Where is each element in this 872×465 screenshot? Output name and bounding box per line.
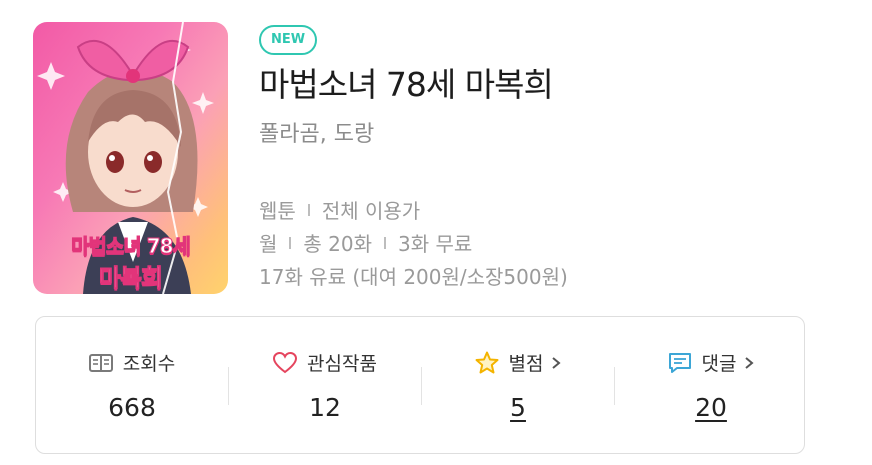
stat-comments[interactable]: 댓글 20	[615, 317, 807, 453]
stat-views-label: 조회수	[122, 353, 176, 375]
meta-row-episodes: 월 총 20화 3화 무료	[259, 228, 472, 257]
stat-rating-value[interactable]: 5	[422, 393, 614, 422]
star-icon	[475, 351, 499, 374]
stat-rating-label: 별점	[508, 353, 544, 375]
meta-separator	[307, 203, 310, 216]
stat-favorites-label: 관심작품	[307, 353, 377, 375]
meta-free-episodes: 3화 무료	[398, 232, 473, 256]
stat-comments-label: 댓글	[701, 353, 737, 375]
stat-views-header: 조회수	[36, 349, 228, 376]
meta-row-format: 웹툰 전체 이용가	[259, 195, 420, 224]
meta-age-rating: 전체 이용가	[321, 199, 421, 223]
cover-title-line2: 마복희	[98, 264, 163, 293]
cover-title-line1: 마법소녀 78세	[71, 234, 192, 259]
meta-schedule: 월	[259, 232, 278, 256]
chevron-right-icon	[552, 356, 562, 369]
meta-format: 웹툰	[259, 199, 296, 223]
comment-icon	[668, 352, 691, 373]
stat-comments-value[interactable]: 20	[615, 393, 807, 422]
stat-comments-header[interactable]: 댓글	[615, 349, 807, 376]
book-icon	[88, 353, 113, 372]
stat-rating[interactable]: 별점 5	[422, 317, 614, 453]
meta-separator	[289, 236, 292, 249]
stat-views: 조회수 668	[36, 317, 228, 453]
meta-row-pricing: 17화 유료 (대여 200원/소장500원)	[259, 261, 568, 290]
stat-favorites-header: 관심작품	[229, 349, 421, 376]
stat-rating-header[interactable]: 별점	[422, 349, 614, 376]
stat-views-value: 668	[108, 393, 156, 422]
chevron-right-icon	[745, 356, 755, 369]
stat-favorites: 관심작품 12	[229, 317, 421, 453]
series-authors[interactable]: 폴라곰, 도랑	[259, 116, 374, 148]
heart-icon[interactable]	[273, 351, 298, 374]
cover-image: 마법소녀 78세 마복희	[33, 22, 228, 294]
new-badge: NEW	[259, 25, 318, 55]
stats-panel: 조회수 668 관심작품 12 별점 5 댓글 20	[35, 316, 805, 454]
meta-separator	[384, 236, 387, 249]
meta-paid-episodes: 17화 유료 (대여 200원/소장500원)	[259, 265, 568, 289]
series-title: 마법소녀 78세 마복희	[259, 65, 554, 104]
meta-total-episodes: 총 20화	[303, 232, 373, 256]
stat-favorites-value: 12	[309, 393, 341, 422]
